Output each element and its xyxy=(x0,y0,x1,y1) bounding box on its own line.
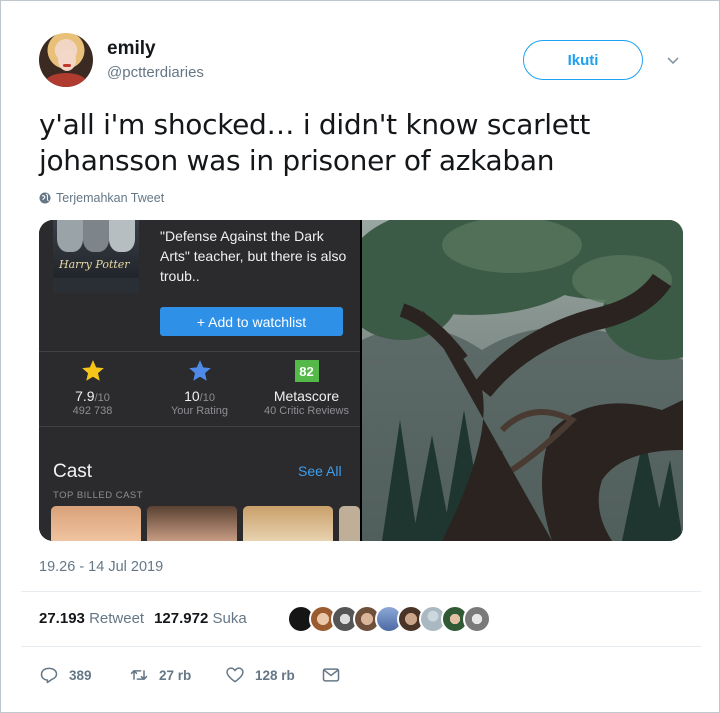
metascore-badge: 82 xyxy=(294,360,319,382)
reply-count: 389 xyxy=(69,667,92,683)
tweet-actions: 389 27 rb 128 rb xyxy=(39,665,341,685)
reply-icon xyxy=(40,667,58,684)
direct-message-action[interactable] xyxy=(321,665,341,685)
poster-band xyxy=(53,278,139,293)
divider xyxy=(39,351,360,352)
translate-tweet-link[interactable]: Terjemahkan Tweet xyxy=(39,191,164,205)
divider xyxy=(39,426,360,427)
divider xyxy=(21,646,701,647)
star-blue-icon xyxy=(188,360,211,381)
your-scale: /10 xyxy=(199,392,215,404)
user-handle[interactable]: @pctterdiaries xyxy=(107,64,204,81)
user-name[interactable]: emily xyxy=(107,38,156,60)
chevron-down-icon[interactable] xyxy=(665,53,681,69)
divider xyxy=(21,591,701,592)
tweet-card: emily @pctterdiaries Ikuti y'all i'm sho… xyxy=(0,0,720,713)
engagement-stats: 27.193 Retweet 127.972 Suka xyxy=(39,610,247,627)
imdb-votes: 492 738 xyxy=(72,405,113,417)
retweet-count-link[interactable]: 27.193 Retweet xyxy=(39,610,144,627)
cast-heading: Cast xyxy=(53,461,93,482)
liker-avatar[interactable] xyxy=(463,605,491,633)
your-rating-label: Your Rating xyxy=(170,405,229,417)
movie-poster: Harry Potter xyxy=(53,220,139,293)
like-count-link[interactable]: 127.972 Suka xyxy=(154,610,247,627)
top-billed-label: TOP BILLED CAST xyxy=(53,490,144,501)
avatar-shirt-shape xyxy=(45,73,87,87)
reply-action[interactable]: 389 xyxy=(39,665,129,685)
imdb-rating: 7.9/10 492 738 xyxy=(39,358,146,417)
user-avatar[interactable] xyxy=(39,33,93,87)
poster-face-shape xyxy=(57,220,83,252)
imdb-scale: /10 xyxy=(94,392,110,404)
like-count: 127.972 xyxy=(154,610,209,627)
poster-face-shape xyxy=(109,220,135,252)
follow-button[interactable]: Ikuti xyxy=(523,40,643,80)
like-action[interactable]: 128 rb xyxy=(225,665,321,685)
translate-label: Terjemahkan Tweet xyxy=(56,191,165,205)
your-rating: 10/10 Your Rating xyxy=(146,358,253,417)
cast-photo xyxy=(51,506,141,541)
retweet-action-count: 27 rb xyxy=(159,667,192,683)
like-label: Suka xyxy=(212,610,247,627)
heart-icon xyxy=(226,667,244,683)
tweet-text: y'all i'm shocked… i didn't know scarlet… xyxy=(39,108,591,177)
tree-scene-image xyxy=(347,220,683,541)
cast-photo xyxy=(147,506,237,541)
whomping-willow-photo[interactable] xyxy=(347,220,683,541)
envelope-icon xyxy=(322,668,340,682)
star-yellow-icon xyxy=(81,360,104,381)
add-to-watchlist-button: + Add to watchlist xyxy=(160,307,343,336)
liker-avatars xyxy=(287,605,491,633)
globe-icon xyxy=(39,192,51,204)
cast-photo xyxy=(339,506,360,541)
movie-blurb: "Defense Against the Dark Arts" teacher,… xyxy=(160,228,347,284)
metascore: 82 Metascore 40 Critic Reviews xyxy=(253,358,360,417)
see-all-link: See All xyxy=(298,463,342,479)
imdb-score: 7.9 xyxy=(75,388,95,404)
avatar-face-shape xyxy=(58,49,76,71)
retweet-action[interactable]: 27 rb xyxy=(129,665,225,685)
media-grid[interactable]: Harry Potter "Defense Against the Dark A… xyxy=(39,220,683,541)
critic-reviews: 40 Critic Reviews xyxy=(264,405,349,417)
like-action-count: 128 rb xyxy=(255,667,295,683)
avatar-lip-shape xyxy=(63,64,71,67)
poster-face-shape xyxy=(83,220,109,252)
metascore-label: Metascore xyxy=(273,388,340,404)
cast-photo xyxy=(243,506,333,541)
retweet-icon xyxy=(130,670,148,680)
tweet-timestamp[interactable]: 19.26 - 14 Jul 2019 xyxy=(39,559,163,575)
retweet-count: 27.193 xyxy=(39,610,85,627)
poster-title: Harry Potter xyxy=(59,258,130,271)
your-score: 10 xyxy=(184,388,200,404)
retweet-label: Retweet xyxy=(89,610,145,627)
imdb-screenshot[interactable]: Harry Potter "Defense Against the Dark A… xyxy=(39,220,360,541)
